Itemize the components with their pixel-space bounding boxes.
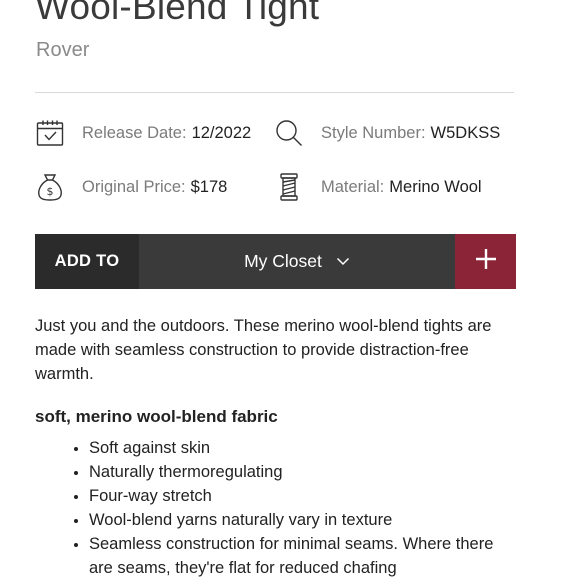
product-brand[interactable]: Rover [36, 39, 89, 62]
original-price-label: Original Price: [82, 177, 186, 196]
list-item: Four-way stretch [89, 484, 515, 508]
list-item: Wool-blend yarns naturally vary in textu… [89, 508, 515, 532]
spec-release-date: Release Date: 12/2022 [35, 117, 251, 149]
search-icon [274, 118, 304, 148]
yarn-spool-icon [274, 172, 304, 202]
spec-style-number: Style Number: W5DKSS [274, 117, 500, 149]
release-date-value: 12/2022 [191, 123, 252, 142]
add-to-closet-bar: ADD TO My Closet [35, 234, 516, 289]
features-list: Soft against skin Naturally thermoregula… [35, 436, 515, 580]
add-to-closet-button[interactable] [455, 234, 516, 289]
style-number-label: Style Number: [321, 123, 426, 142]
svg-text:$: $ [47, 185, 54, 198]
add-to-label: ADD TO [35, 234, 139, 289]
material-value: Merino Wool [389, 177, 482, 196]
release-date-label: Release Date: [82, 123, 187, 142]
money-bag-icon: $ [35, 172, 65, 202]
style-number-value: W5DKSS [430, 123, 501, 142]
calendar-icon [35, 118, 65, 148]
closet-select-value: My Closet [244, 251, 322, 271]
material-label: Material: [321, 177, 385, 196]
chevron-down-icon [336, 257, 350, 266]
product-description: Just you and the outdoors. These merino … [35, 317, 492, 383]
spec-material: Material: Merino Wool [274, 171, 482, 203]
features-heading: soft, merino wool-blend fabric [35, 407, 278, 426]
original-price-value: $178 [190, 177, 228, 196]
list-item: Naturally thermoregulating [89, 460, 515, 484]
list-item: Soft against skin [89, 436, 515, 460]
divider [35, 92, 514, 93]
spec-original-price: $ Original Price: $178 [35, 171, 227, 203]
plus-icon [475, 248, 497, 275]
list-item: Seamless construction for minimal seams.… [89, 532, 515, 580]
closet-select[interactable]: My Closet [139, 234, 455, 289]
product-title: Wool-Blend Tight [35, 0, 320, 27]
